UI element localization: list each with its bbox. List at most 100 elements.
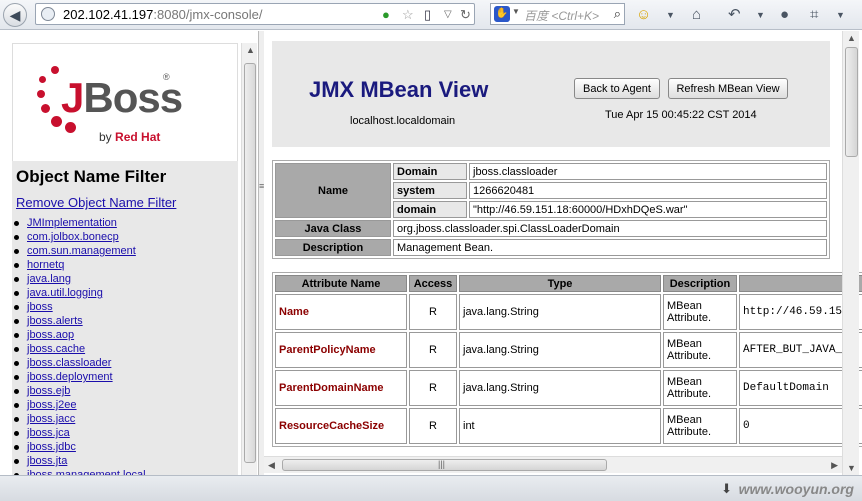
left-scrollbar[interactable]: ▲ bbox=[241, 43, 257, 475]
domain-list-item: com.jolbox.bonecp bbox=[12, 231, 146, 245]
right-scrollbar[interactable]: ▲ ▼ bbox=[842, 31, 859, 475]
name-label: Name bbox=[275, 163, 391, 218]
col-access: Access bbox=[409, 275, 457, 292]
jboss-logo[interactable]: JBoss ® by Red Hat bbox=[12, 43, 238, 175]
domain-link[interactable]: jboss.ejb bbox=[27, 385, 70, 397]
domain-link[interactable]: jboss.cache bbox=[27, 343, 85, 355]
browser-toolbar: ◀ 202.102.41.197:8080/jmx-console/ ● ☆ ▯… bbox=[0, 0, 862, 30]
col-attribute-name: Attribute Name bbox=[275, 275, 407, 292]
domain-list-item: jboss.ejb bbox=[12, 385, 146, 399]
domain-list-item: java.util.logging bbox=[12, 287, 146, 301]
java-class-value: org.jboss.classloader.spi.ClassLoaderDom… bbox=[393, 220, 827, 237]
chevron-down-icon[interactable]: ▼ bbox=[666, 5, 675, 25]
col-type: Type bbox=[459, 275, 661, 292]
domain-link[interactable]: java.lang bbox=[27, 273, 71, 285]
status-bar: ⬇ www.wooyun.org bbox=[0, 475, 862, 501]
domain-link[interactable]: com.sun.management bbox=[27, 245, 136, 257]
crop-icon[interactable]: ⌗ bbox=[810, 5, 818, 25]
address-bar[interactable]: 202.102.41.197:8080/jmx-console/ ● ☆ ▯ ▽… bbox=[35, 3, 475, 25]
attribute-row: ParentDomainName Rjava.lang.String MBean A… bbox=[275, 370, 862, 406]
domain-list-item: jboss.jca bbox=[12, 427, 146, 441]
domain-link[interactable]: jboss.deployment bbox=[27, 371, 113, 383]
attribute-type: java.lang.String bbox=[459, 332, 661, 368]
face-icon[interactable]: ☺ bbox=[636, 5, 651, 25]
domain-link[interactable]: jboss.j2ee bbox=[27, 399, 77, 411]
java-class-label: Java Class bbox=[275, 220, 391, 237]
search-box[interactable]: ✋ ▼ 百度 <Ctrl+K> ⌕ bbox=[490, 3, 625, 25]
domain2-value: "http://46.59.151.18:60000/HDxhDQeS.war" bbox=[469, 201, 827, 218]
domain-link[interactable]: jboss.jta bbox=[27, 455, 67, 467]
attribute-type: int bbox=[459, 408, 661, 444]
undo-icon[interactable]: ↶ bbox=[728, 5, 741, 25]
star-icon[interactable]: ☆ bbox=[402, 7, 414, 23]
domain-list-item: jboss.j2ee bbox=[12, 399, 146, 413]
domain-link[interactable]: hornetq bbox=[27, 259, 64, 271]
back-to-agent-button[interactable]: Back to Agent bbox=[574, 78, 660, 99]
phone-icon[interactable]: ▯ bbox=[424, 7, 431, 23]
domain-list-item: com.sun.management bbox=[12, 245, 146, 259]
globe-icon bbox=[41, 7, 55, 21]
domain-link[interactable]: com.jolbox.bonecp bbox=[27, 231, 119, 243]
watermark: www.wooyun.org bbox=[738, 481, 854, 497]
attribute-description: MBean Attribute. bbox=[663, 294, 737, 330]
domain2-key: domain bbox=[393, 201, 467, 218]
domain-link[interactable]: jboss.alerts bbox=[27, 315, 83, 327]
attribute-description: MBean Attribute. bbox=[663, 408, 737, 444]
domain-link[interactable]: jboss.aop bbox=[27, 329, 74, 341]
description-label: Description bbox=[275, 239, 391, 256]
domain-link[interactable]: jboss bbox=[27, 301, 53, 313]
reload-icon[interactable]: ↻ bbox=[460, 7, 471, 23]
description-value: Management Bean. bbox=[393, 239, 827, 256]
chevron-down-icon[interactable]: ▼ bbox=[512, 7, 520, 16]
mbean-info-table: Name Domain jboss.classloader system 126… bbox=[272, 160, 830, 259]
attribute-name[interactable]: ResourceCacheSize bbox=[275, 408, 407, 444]
go-icon[interactable]: ● bbox=[382, 7, 390, 23]
chat-icon[interactable]: ● bbox=[780, 5, 789, 25]
attributes-table: Attribute Name Access Type Description N… bbox=[272, 272, 862, 447]
attribute-type: java.lang.String bbox=[459, 370, 661, 406]
dropdown-icon[interactable]: ▽ bbox=[444, 7, 452, 23]
attribute-access: R bbox=[409, 332, 457, 368]
attribute-description: MBean Attribute. bbox=[663, 332, 737, 368]
attribute-access: R bbox=[409, 370, 457, 406]
horizontal-scrollbar[interactable]: ◀ ||| ▶ bbox=[264, 456, 842, 473]
attribute-row: Name Rjava.lang.String MBean Attribute. htt… bbox=[275, 294, 862, 330]
attribute-name[interactable]: Name bbox=[275, 294, 407, 330]
domain-link[interactable]: jboss.jacc bbox=[27, 413, 75, 425]
domain-link[interactable]: java.util.logging bbox=[27, 287, 103, 299]
domain-link[interactable]: jboss.jca bbox=[27, 427, 70, 439]
chevron-down-icon[interactable]: ▼ bbox=[756, 5, 765, 25]
domain-list-item: jboss.deployment bbox=[12, 371, 146, 385]
search-icon[interactable]: ⌕ bbox=[614, 6, 621, 22]
domain-list: JMImplementation com.jolbox.bonecp com.sun… bbox=[12, 217, 146, 475]
baidu-icon[interactable]: ✋ bbox=[494, 6, 510, 22]
registered-mark: ® bbox=[163, 72, 170, 82]
remove-filter-link[interactable]: Remove Object Name Filter bbox=[16, 195, 176, 210]
refresh-mbean-button[interactable]: Refresh MBean View bbox=[668, 78, 788, 99]
attribute-type: java.lang.String bbox=[459, 294, 661, 330]
attribute-description: MBean Attribute. bbox=[663, 370, 737, 406]
url-text[interactable]: 202.102.41.197:8080/jmx-console/ bbox=[63, 7, 263, 22]
attribute-row: ResourceCacheSize Rint MBean Attribute. 0 bbox=[275, 408, 862, 444]
domain-list-item: jboss.jta bbox=[12, 455, 146, 469]
domain-link[interactable]: jboss.jdbc bbox=[27, 441, 76, 453]
domain-list-item: jboss.aop bbox=[12, 329, 146, 343]
attribute-access: R bbox=[409, 408, 457, 444]
attribute-name[interactable]: ParentDomainName bbox=[275, 370, 407, 406]
timestamp: Tue Apr 15 00:45:22 CST 2014 bbox=[605, 109, 757, 121]
attribute-access: R bbox=[409, 294, 457, 330]
domain-list-item: jboss.alerts bbox=[12, 315, 146, 329]
domain-list-item: jboss.cache bbox=[12, 343, 146, 357]
domain-value: jboss.classloader bbox=[469, 163, 827, 180]
domain-link[interactable]: JMImplementation bbox=[27, 217, 117, 229]
download-icon[interactable]: ⬇ bbox=[721, 481, 732, 497]
domain-link[interactable]: jboss.classloader bbox=[27, 357, 111, 369]
search-placeholder: 百度 <Ctrl+K> bbox=[524, 9, 600, 23]
chevron-down-icon[interactable]: ▼ bbox=[836, 5, 845, 25]
home-icon[interactable]: ⌂ bbox=[692, 5, 701, 25]
back-icon[interactable]: ◀ bbox=[3, 3, 27, 27]
col-description: Description bbox=[663, 275, 737, 292]
domain-list-item: JMImplementation bbox=[12, 217, 146, 231]
domain-list-item: jboss.jacc bbox=[12, 413, 146, 427]
attribute-name[interactable]: ParentPolicyName bbox=[275, 332, 407, 368]
